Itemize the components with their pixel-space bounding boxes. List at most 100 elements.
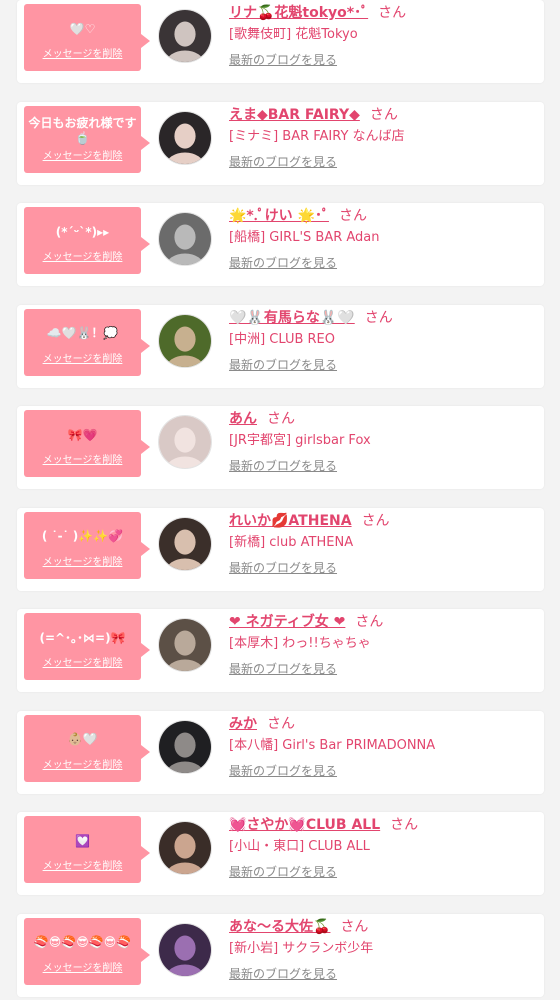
honorific: さん xyxy=(390,817,419,833)
message-bubble: 🍣😎🍣😎🍣😎🍣 メッセージを削除 xyxy=(24,917,150,985)
message-text: ( ˙-˙ )✨✨💞 xyxy=(41,529,124,543)
avatar[interactable] xyxy=(158,516,212,571)
message-bubble: (*ˊᵕˋ*)▸▸ メッセージを削除 xyxy=(24,207,150,274)
name-line: 🤍🐰有馬らな🐰🤍 さん xyxy=(229,309,393,327)
list-item: (=^･｡･⋈=)🎀 メッセージを削除 ❤ ネガティブ女 ❤ さん [本厚木] わ… xyxy=(17,609,544,692)
name-line: あな～る大佐🍒 さん xyxy=(229,918,368,936)
profile-name-link[interactable]: ❤ ネガティブ女 ❤ xyxy=(229,614,345,630)
shop-info: [船橋] GIRL'S BAR Adan xyxy=(229,230,380,245)
delete-message-link[interactable]: メッセージを削除 xyxy=(24,654,141,669)
avatar-face xyxy=(174,123,196,149)
avatar-face xyxy=(174,833,196,859)
avatar-photo xyxy=(159,720,211,773)
profile-name-link[interactable]: れいか💋ATHENA xyxy=(229,513,352,529)
avatar-photo xyxy=(159,923,211,976)
latest-blog-link[interactable]: 最新のブログを見る xyxy=(229,966,337,982)
latest-blog-link[interactable]: 最新のブログを見る xyxy=(229,458,337,474)
latest-blog-link[interactable]: 最新のブログを見る xyxy=(229,154,337,170)
avatar-photo xyxy=(159,416,211,468)
message-bubble: 💟 メッセージを削除 xyxy=(24,816,150,883)
shop-info: [小山・東口] CLUB ALL xyxy=(229,839,370,854)
profile-name-link[interactable]: あな～る大佐🍒 xyxy=(229,919,330,935)
honorific: さん xyxy=(378,5,407,21)
shop-info: [ミナミ] BAR FAIRY なんば店 xyxy=(229,128,405,144)
avatar[interactable] xyxy=(158,922,212,977)
avatar-face xyxy=(174,935,196,961)
avatar[interactable] xyxy=(158,110,212,165)
avatar-photo xyxy=(159,517,211,570)
profile-name-link[interactable]: あん xyxy=(229,411,257,427)
shop-info: [中洲] CLUB REO xyxy=(229,331,335,347)
list-item: ( ˙-˙ )✨✨💞 メッセージを削除 れいか💋ATHENA さん [新橋] cl… xyxy=(17,507,544,591)
message-text: 🍣😎🍣😎🍣😎🍣 xyxy=(33,935,132,949)
avatar[interactable] xyxy=(158,415,212,469)
name-line: ❤ ネガティブ女 ❤ さん xyxy=(229,613,383,631)
avatar-photo xyxy=(159,213,211,265)
avatar[interactable] xyxy=(158,821,212,875)
list-item: 今日もお疲れ様です🍵 メッセージを削除 えま◆BAR FAIRY◆ さん [ミナミ… xyxy=(17,101,544,185)
avatar-photo xyxy=(159,10,211,62)
list-item: ☁️🤍🐰！💭 メッセージを削除 🤍🐰有馬らな🐰🤍 さん [中洲] CLUB REO… xyxy=(17,304,544,388)
latest-blog-link[interactable]: 最新のブログを見る xyxy=(229,661,337,677)
name-line: えま◆BAR FAIRY◆ さん xyxy=(229,106,398,124)
list-item: (*ˊᵕˋ*)▸▸ メッセージを削除 🌟*.ﾟけい 🌟･ﾟ さん [船橋] GIR… xyxy=(17,203,544,286)
avatar-photo xyxy=(159,619,211,671)
latest-blog-link[interactable]: 最新のブログを見る xyxy=(229,52,337,68)
honorific: さん xyxy=(267,715,295,732)
name-line: リナ🍒花魁tokyo*･ﾟ さん xyxy=(229,4,406,22)
message-bubble: ( ˙-˙ )✨✨💞 メッセージを削除 xyxy=(24,511,150,579)
profile-name-link[interactable]: 🌟*.ﾟけい 🌟･ﾟ xyxy=(229,208,329,224)
message-bubble: 🤍♡ メッセージを削除 xyxy=(24,4,150,71)
honorific: さん xyxy=(369,106,398,123)
honorific: さん xyxy=(267,411,295,427)
name-line: れいか💋ATHENA さん xyxy=(229,512,390,530)
latest-blog-link[interactable]: 最新のブログを見る xyxy=(229,864,337,880)
avatar-face xyxy=(174,732,196,758)
profile-name-link[interactable]: えま◆BAR FAIRY◆ xyxy=(229,107,360,123)
delete-message-link[interactable]: メッセージを削除 xyxy=(24,147,141,162)
avatar-face xyxy=(174,21,196,47)
name-line: 💓さやか💓CLUB ALL さん xyxy=(229,816,418,834)
message-text: 🤍♡ xyxy=(69,21,96,36)
delete-message-link[interactable]: メッセージを削除 xyxy=(24,248,141,263)
message-text: 👶🏼🤍 xyxy=(67,732,98,746)
message-text: (=^･｡･⋈=)🎀 xyxy=(39,630,126,645)
delete-message-link[interactable]: メッセージを削除 xyxy=(24,451,141,466)
delete-message-link[interactable]: メッセージを削除 xyxy=(24,857,141,872)
profile-name-link[interactable]: 🤍🐰有馬らな🐰🤍 xyxy=(229,310,355,326)
avatar-face xyxy=(174,630,196,656)
avatar[interactable] xyxy=(158,313,212,368)
latest-blog-link[interactable]: 最新のブログを見る xyxy=(229,763,337,779)
delete-message-link[interactable]: メッセージを削除 xyxy=(24,756,141,771)
message-bubble: 今日もお疲れ様です🍵 メッセージを削除 xyxy=(24,105,150,173)
latest-blog-link[interactable]: 最新のブログを見る xyxy=(229,560,337,576)
list-item: 🎀💗 メッセージを削除 あん さん [JR宇都宮] girlsbar Fox 最新… xyxy=(17,406,544,489)
delete-message-link[interactable]: メッセージを削除 xyxy=(24,45,141,60)
profile-name-link[interactable]: 💓さやか💓CLUB ALL xyxy=(229,817,380,833)
avatar[interactable] xyxy=(158,9,212,63)
message-bubble: (=^･｡･⋈=)🎀 メッセージを削除 xyxy=(24,613,150,680)
latest-blog-link[interactable]: 最新のブログを見る xyxy=(229,357,337,373)
avatar[interactable] xyxy=(158,719,212,774)
honorific: さん xyxy=(361,512,390,529)
avatar[interactable] xyxy=(158,212,212,266)
shop-info: [歌舞伎町] 花魁Tokyo xyxy=(229,27,358,42)
name-line: 🌟*.ﾟけい 🌟･ﾟ さん xyxy=(229,207,367,225)
message-text: (*ˊᵕˋ*)▸▸ xyxy=(55,224,110,239)
avatar-photo xyxy=(159,314,211,367)
honorific: さん xyxy=(364,309,393,326)
latest-blog-link[interactable]: 最新のブログを見る xyxy=(229,255,337,271)
message-bubble: ☁️🤍🐰！💭 メッセージを削除 xyxy=(24,308,150,376)
profile-name-link[interactable]: みか xyxy=(229,716,257,732)
name-line: みか さん xyxy=(229,715,295,733)
delete-message-link[interactable]: メッセージを削除 xyxy=(24,553,141,568)
avatar-photo xyxy=(159,111,211,164)
delete-message-link[interactable]: メッセージを削除 xyxy=(24,350,141,365)
profile-name-link[interactable]: リナ🍒花魁tokyo*･ﾟ xyxy=(229,5,368,21)
message-text: 🎀💗 xyxy=(67,427,98,442)
shop-info: [新小岩] サクランボ少年 xyxy=(229,940,374,956)
message-text: 今日もお疲れ様です🍵 xyxy=(28,115,137,145)
avatar[interactable] xyxy=(158,618,212,672)
message-bubble: 👶🏼🤍 メッセージを削除 xyxy=(24,714,150,782)
delete-message-link[interactable]: メッセージを削除 xyxy=(24,959,141,974)
